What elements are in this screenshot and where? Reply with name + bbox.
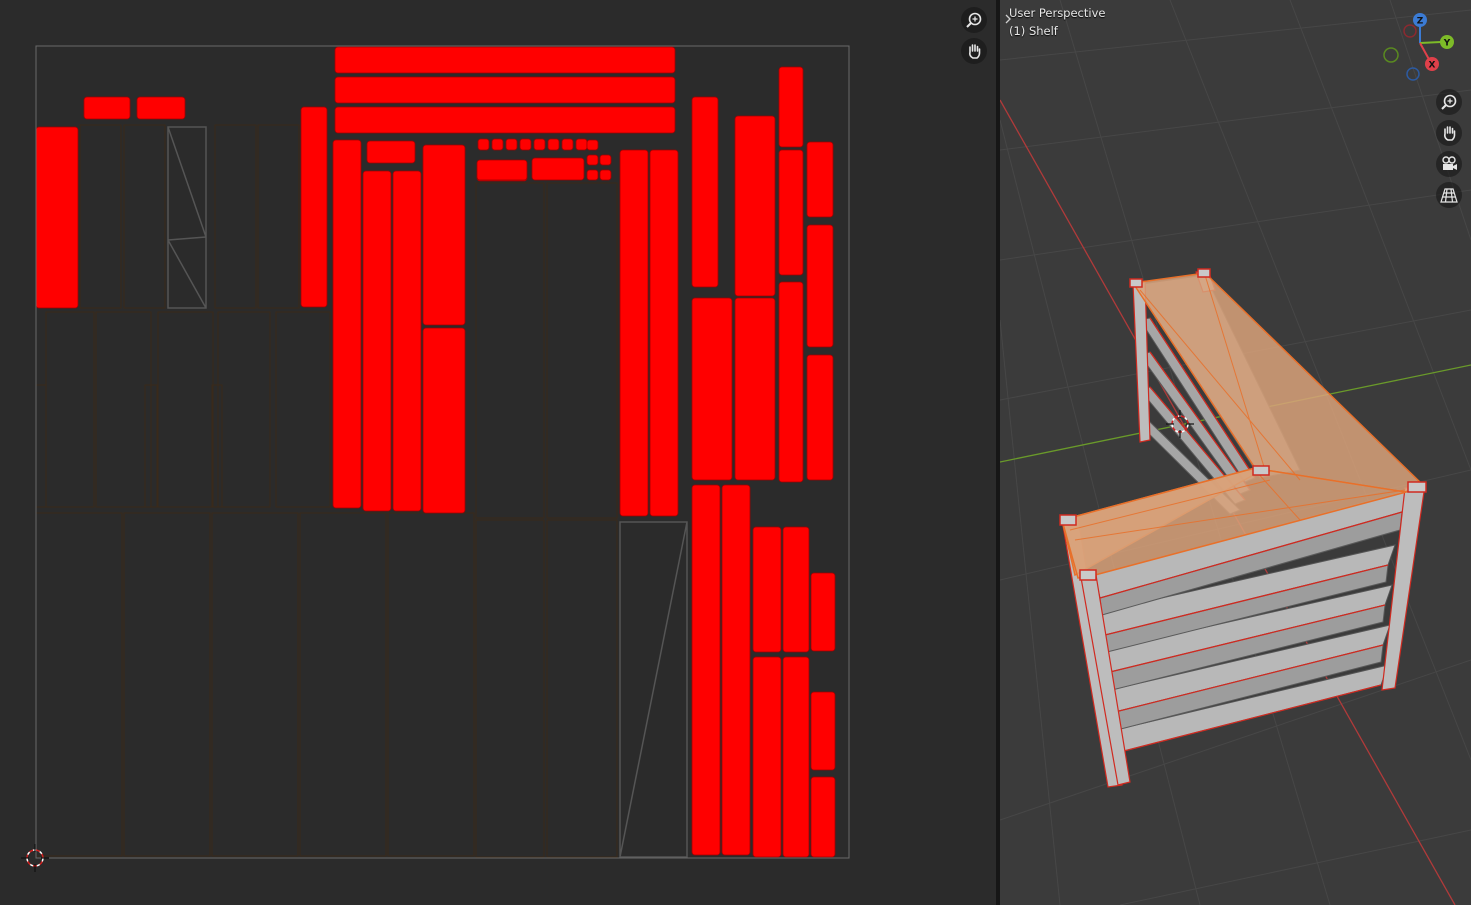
red-uv-island[interactable] bbox=[782, 656, 810, 858]
red-uv-island[interactable] bbox=[300, 106, 328, 308]
gizmo-neg-z[interactable] bbox=[1406, 67, 1420, 81]
viewport-zoom-button[interactable] bbox=[1436, 89, 1462, 115]
red-uv-island[interactable] bbox=[691, 297, 733, 481]
cork-uv-island[interactable] bbox=[475, 519, 545, 858]
gizmo-axis-label: Z bbox=[1417, 17, 1424, 27]
red-uv-island[interactable] bbox=[752, 656, 782, 858]
red-uv-island[interactable] bbox=[547, 138, 560, 151]
viewport-canvas[interactable]: Z Y X bbox=[1000, 0, 1471, 905]
navigation-gizmo[interactable]: Z Y X bbox=[1383, 13, 1454, 81]
2d-cursor-icon[interactable] bbox=[20, 843, 50, 873]
red-uv-island[interactable] bbox=[586, 169, 599, 181]
cork-uv-island[interactable] bbox=[214, 124, 257, 309]
object-label: (1) Shelf bbox=[1009, 24, 1058, 38]
red-uv-island[interactable] bbox=[332, 139, 362, 509]
cork-uv-island[interactable] bbox=[167, 126, 207, 309]
red-uv-island[interactable] bbox=[422, 144, 466, 326]
red-uv-island[interactable] bbox=[334, 46, 676, 74]
red-uv-island[interactable] bbox=[619, 149, 649, 517]
red-uv-island[interactable] bbox=[561, 138, 574, 151]
red-uv-island[interactable] bbox=[806, 354, 834, 481]
cork-uv-island[interactable] bbox=[35, 512, 123, 857]
viewport-perspective-button[interactable] bbox=[1436, 182, 1462, 208]
cork-uv-island[interactable] bbox=[211, 512, 299, 857]
pan-hand-icon bbox=[1444, 126, 1456, 141]
red-uv-island[interactable] bbox=[691, 484, 721, 856]
red-uv-island[interactable] bbox=[491, 138, 504, 151]
red-uv-island[interactable] bbox=[810, 691, 836, 771]
red-uv-island[interactable] bbox=[806, 141, 834, 218]
cork-uv-island[interactable] bbox=[35, 384, 47, 508]
gizmo-axis-y[interactable]: Y bbox=[1440, 35, 1454, 49]
red-uv-island[interactable] bbox=[599, 154, 612, 166]
uv-pan-button[interactable] bbox=[961, 38, 987, 64]
red-uv-island[interactable] bbox=[810, 776, 836, 858]
red-uv-island[interactable] bbox=[505, 138, 518, 151]
red-uv-island[interactable] bbox=[586, 154, 599, 166]
cork-uv-island[interactable] bbox=[95, 311, 152, 508]
cork-uv-island[interactable] bbox=[546, 519, 618, 858]
uv-editor[interactable] bbox=[0, 0, 996, 905]
red-uv-island[interactable] bbox=[734, 297, 776, 481]
red-uv-island[interactable] bbox=[366, 140, 416, 164]
cork-uv-island[interactable] bbox=[546, 182, 618, 519]
red-uv-island[interactable] bbox=[575, 138, 588, 151]
gizmo-axis-z[interactable]: Z bbox=[1413, 13, 1427, 27]
red-uv-island[interactable] bbox=[586, 139, 599, 151]
cork-uv-island[interactable] bbox=[157, 311, 214, 508]
red-uv-island[interactable] bbox=[778, 149, 804, 276]
red-uv-island[interactable] bbox=[477, 138, 490, 151]
shelf-object[interactable] bbox=[1059, 268, 1427, 788]
gizmo-axis-label: Y bbox=[1443, 39, 1451, 49]
red-uv-island[interactable] bbox=[334, 76, 676, 104]
red-uv-island[interactable] bbox=[778, 66, 804, 148]
red-uv-island[interactable] bbox=[752, 526, 782, 653]
red-uv-island[interactable] bbox=[476, 159, 528, 181]
cork-uv-island[interactable] bbox=[123, 124, 166, 309]
cork-uv-island[interactable] bbox=[475, 182, 545, 519]
camera-icon bbox=[1442, 156, 1457, 170]
cork-uv-island[interactable] bbox=[45, 311, 95, 508]
red-uv-island[interactable] bbox=[599, 169, 612, 181]
uv-canvas[interactable] bbox=[0, 0, 996, 905]
uv-zoom-button[interactable] bbox=[961, 7, 987, 33]
red-uv-island[interactable] bbox=[721, 484, 751, 856]
gizmo-neg-y[interactable] bbox=[1383, 47, 1399, 63]
red-uv-island[interactable] bbox=[649, 149, 679, 517]
perspective-grid-icon bbox=[1440, 188, 1458, 203]
cork-uv-island[interactable] bbox=[257, 124, 300, 309]
gizmo-axis-x[interactable]: X bbox=[1425, 57, 1439, 71]
red-uv-island[interactable] bbox=[422, 327, 466, 514]
view-title: User Perspective bbox=[1009, 6, 1106, 20]
cork-uv-island[interactable] bbox=[123, 512, 211, 857]
red-uv-island[interactable] bbox=[531, 157, 585, 181]
red-uv-island[interactable] bbox=[533, 138, 546, 151]
red-uv-island[interactable] bbox=[806, 224, 834, 348]
gizmo-axis-label: X bbox=[1429, 61, 1436, 71]
red-uv-island[interactable] bbox=[83, 96, 131, 120]
pan-hand-icon bbox=[969, 44, 981, 59]
viewport-camera-button[interactable] bbox=[1436, 151, 1462, 177]
red-uv-island[interactable] bbox=[362, 170, 392, 512]
red-uv-island[interactable] bbox=[392, 170, 422, 512]
red-uv-island[interactable] bbox=[778, 281, 804, 483]
cork-uv-island[interactable] bbox=[275, 311, 331, 508]
red-uv-island[interactable] bbox=[519, 138, 532, 151]
cork-uv-island[interactable] bbox=[299, 512, 387, 857]
red-uv-island[interactable] bbox=[691, 96, 719, 288]
red-uv-island[interactable] bbox=[734, 115, 776, 297]
zoom-icon bbox=[1441, 94, 1457, 110]
red-uv-island[interactable] bbox=[782, 526, 810, 653]
zoom-icon bbox=[966, 12, 982, 28]
gizmo-neg-x[interactable] bbox=[1403, 24, 1417, 38]
cork-uv-island[interactable] bbox=[217, 311, 271, 508]
red-uv-island[interactable] bbox=[35, 126, 79, 309]
viewport-pan-button[interactable] bbox=[1436, 120, 1462, 146]
cork-uv-island[interactable] bbox=[387, 512, 475, 857]
red-uv-island[interactable] bbox=[810, 572, 836, 652]
cork-uv-island[interactable] bbox=[79, 124, 122, 309]
red-uv-island[interactable] bbox=[136, 96, 186, 120]
red-uv-island[interactable] bbox=[334, 106, 676, 134]
3d-viewport[interactable]: Z Y X User Perspective (1) Shelf bbox=[1000, 0, 1471, 905]
